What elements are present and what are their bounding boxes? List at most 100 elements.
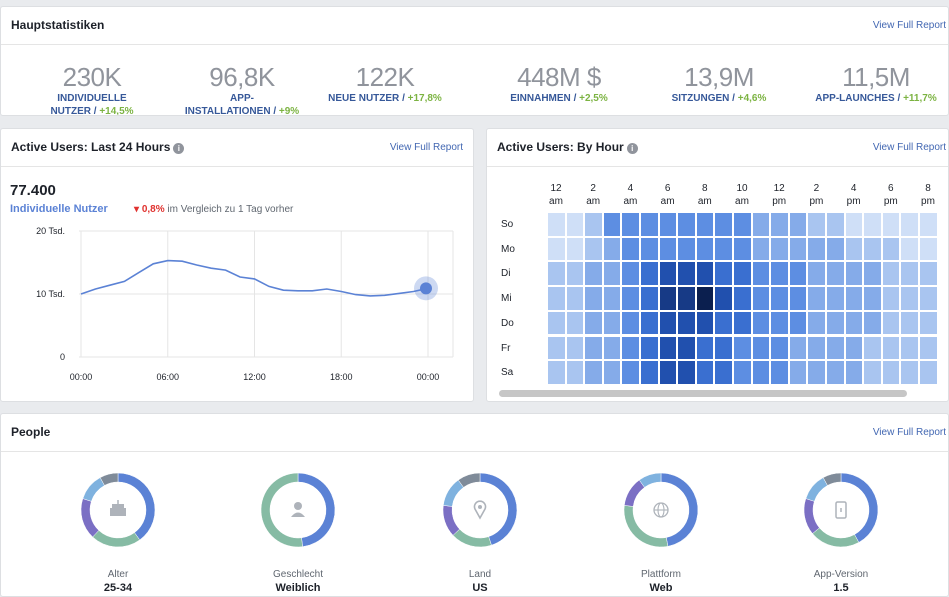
heatmap-cell[interactable]: [602, 335, 622, 361]
heatmap-cell[interactable]: [733, 286, 752, 311]
people-view-full-report-link[interactable]: View Full Report: [873, 427, 946, 438]
heatmap-cell[interactable]: [919, 335, 938, 361]
active-24h-view-full-report-link[interactable]: View Full Report: [390, 142, 463, 153]
heatmap-cell[interactable]: [695, 360, 715, 385]
heatmap-cell[interactable]: [695, 261, 715, 287]
heatmap-cell[interactable]: [807, 261, 826, 287]
main-stats-view-full-report-link[interactable]: View Full Report: [873, 20, 946, 31]
heatmap-cell[interactable]: [602, 212, 622, 237]
heatmap-cell[interactable]: [844, 236, 864, 262]
heatmap-cell[interactable]: [677, 261, 696, 287]
heatmap-cell[interactable]: [844, 286, 864, 311]
heatmap-cell[interactable]: [547, 261, 566, 287]
heatmap-cell[interactable]: [695, 286, 715, 311]
people-donut-geschlecht[interactable]: Geschlecht Weiblich: [238, 464, 358, 594]
stat-item[interactable]: 11,5M APP-LAUNCHES / +11,7%: [801, 63, 948, 105]
info-icon[interactable]: i: [626, 143, 638, 154]
heatmap-cell[interactable]: [602, 310, 622, 336]
heatmap-cell[interactable]: [602, 236, 622, 262]
heatmap-cell[interactable]: [900, 335, 919, 361]
heatmap-cell[interactable]: [640, 335, 659, 361]
heatmap-cell[interactable]: [863, 310, 882, 336]
heatmap-cell[interactable]: [602, 261, 622, 287]
heatmap-cell[interactable]: [826, 212, 845, 237]
heatmap-cell[interactable]: [658, 360, 678, 385]
heatmap-cell[interactable]: [640, 212, 659, 237]
heatmap-cell[interactable]: [714, 360, 733, 385]
stat-item[interactable]: 230K INDIVIDUELLE NUTZER / +14,5%: [17, 63, 167, 115]
heatmap-cell[interactable]: [881, 286, 901, 311]
heatmap-cell[interactable]: [640, 360, 659, 385]
heatmap-cell[interactable]: [751, 286, 771, 311]
heatmap-cell[interactable]: [565, 261, 585, 287]
heatmap-cell[interactable]: [844, 261, 864, 287]
heatmap-cell[interactable]: [695, 335, 715, 361]
heatmap-cell[interactable]: [826, 310, 845, 336]
heatmap-cell[interactable]: [658, 236, 678, 262]
heatmap-cell[interactable]: [807, 212, 826, 237]
people-donut-land[interactable]: Land US: [420, 464, 540, 594]
heatmap-cell[interactable]: [733, 212, 752, 237]
heatmap-cell[interactable]: [621, 360, 640, 385]
heatmap-cell[interactable]: [826, 335, 845, 361]
heatmap-cell[interactable]: [863, 286, 882, 311]
heatmap-cell[interactable]: [807, 286, 826, 311]
heatmap-cell[interactable]: [658, 335, 678, 361]
heatmap-cell[interactable]: [565, 360, 585, 385]
heatmap-cell[interactable]: [807, 335, 826, 361]
heatmap-cell[interactable]: [788, 286, 808, 311]
heatmap-scrollbar[interactable]: [499, 390, 907, 397]
heatmap-cell[interactable]: [584, 335, 603, 361]
heatmap-cell[interactable]: [788, 360, 808, 385]
heatmap-cell[interactable]: [770, 286, 789, 311]
heatmap-cell[interactable]: [881, 310, 901, 336]
heatmap-cell[interactable]: [770, 236, 789, 262]
stat-item[interactable]: 96,8K APP- INSTALLATIONEN / +9%: [167, 63, 317, 115]
heatmap-cell[interactable]: [844, 360, 864, 385]
heatmap-cell[interactable]: [584, 261, 603, 287]
heatmap-cell[interactable]: [714, 212, 733, 237]
heatmap-cell[interactable]: [788, 212, 808, 237]
heatmap-cell[interactable]: [863, 335, 882, 361]
heatmap-cell[interactable]: [602, 286, 622, 311]
heatmap-cell[interactable]: [547, 310, 566, 336]
heatmap-cell[interactable]: [584, 286, 603, 311]
heatmap-cell[interactable]: [565, 335, 585, 361]
heatmap-cell[interactable]: [584, 212, 603, 237]
heatmap-cell[interactable]: [770, 310, 789, 336]
heatmap-cell[interactable]: [565, 236, 585, 262]
heatmap-cell[interactable]: [919, 212, 938, 237]
heatmap-cell[interactable]: [547, 236, 566, 262]
people-donut-plattform[interactable]: Plattform Web: [601, 464, 721, 594]
heatmap-cell[interactable]: [770, 335, 789, 361]
heatmap-cell[interactable]: [677, 310, 696, 336]
heatmap-cell[interactable]: [770, 261, 789, 287]
heatmap-cell[interactable]: [826, 236, 845, 262]
heatmap-cell[interactable]: [565, 310, 585, 336]
heatmap-cell[interactable]: [900, 236, 919, 262]
heatmap-cell[interactable]: [640, 236, 659, 262]
heatmap-cell[interactable]: [751, 360, 771, 385]
heatmap-cell[interactable]: [863, 360, 882, 385]
heatmap-cell[interactable]: [621, 335, 640, 361]
heatmap-cell[interactable]: [900, 261, 919, 287]
heatmap-cell[interactable]: [863, 212, 882, 237]
heatmap-cell[interactable]: [677, 212, 696, 237]
heatmap-cell[interactable]: [751, 212, 771, 237]
heatmap-cell[interactable]: [788, 310, 808, 336]
heatmap-cell[interactable]: [733, 310, 752, 336]
heatmap-cell[interactable]: [919, 360, 938, 385]
heatmap-cell[interactable]: [733, 360, 752, 385]
current-point[interactable]: [420, 282, 432, 295]
heatmap-cell[interactable]: [733, 261, 752, 287]
heatmap-cell[interactable]: [770, 360, 789, 385]
heatmap-cell[interactable]: [714, 236, 733, 262]
heatmap-cell[interactable]: [751, 335, 771, 361]
heatmap-cell[interactable]: [621, 212, 640, 237]
heatmap-cell[interactable]: [863, 261, 882, 287]
heatmap-cell[interactable]: [584, 236, 603, 262]
heatmap-cell[interactable]: [863, 236, 882, 262]
heatmap-cell[interactable]: [714, 261, 733, 287]
heatmap-cell[interactable]: [547, 212, 566, 237]
heatmap-cell[interactable]: [919, 310, 938, 336]
